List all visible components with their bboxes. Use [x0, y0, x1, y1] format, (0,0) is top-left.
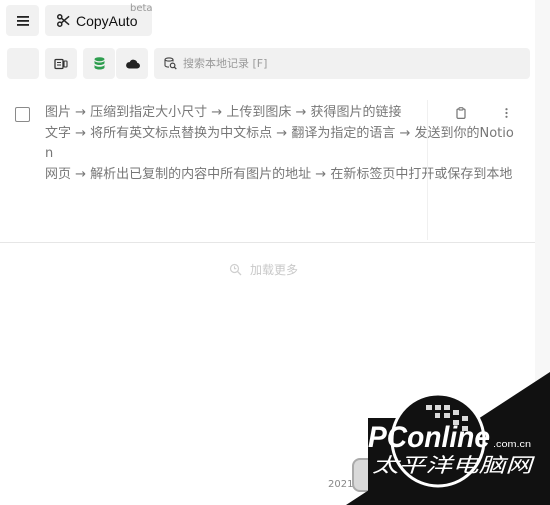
search-input[interactable]	[183, 57, 503, 70]
top-bar: CopyAuto beta	[0, 0, 550, 44]
load-more-label: 加载更多	[250, 263, 299, 277]
cloud-button[interactable]	[116, 48, 148, 79]
loading-icon	[229, 263, 242, 276]
list-divider	[0, 242, 535, 243]
menu-button[interactable]	[6, 5, 39, 36]
blank-toolbar-button[interactable]	[7, 48, 39, 79]
hamburger-menu-icon	[16, 15, 29, 26]
search-database-icon	[164, 57, 177, 70]
load-more-button[interactable]: 加载更多	[229, 261, 298, 278]
database-icon	[94, 57, 104, 70]
record-text: 图片 → 压缩到指定大小尺寸 → 上传到图床 → 获得图片的链接 文字 → 将所…	[45, 105, 514, 182]
search-box[interactable]	[154, 48, 530, 79]
clipboard-device-button[interactable]	[45, 48, 77, 79]
watermark-domain: .com.cn	[493, 439, 531, 449]
list-item[interactable]: 图片 → 压缩到指定大小尺寸 → 上传到图床 → 获得图片的链接 文字 → 将所…	[0, 96, 535, 242]
local-database-button[interactable]	[83, 48, 115, 79]
cloud-icon	[125, 59, 140, 69]
pconline-watermark: PConline .com.cn 太平洋电脑网	[346, 372, 550, 505]
watermark-brand: PConline	[368, 421, 490, 454]
clipboard-device-icon	[54, 58, 68, 69]
scissors-icon	[57, 14, 70, 27]
beta-label: beta	[130, 3, 153, 14]
toolbar	[7, 48, 530, 79]
vertical-dots-icon[interactable]	[505, 108, 508, 118]
column-divider	[427, 100, 428, 240]
record-checkbox[interactable]	[15, 107, 30, 122]
app-title: CopyAuto	[76, 12, 138, 29]
clipboard-copy-icon[interactable]	[456, 107, 466, 119]
watermark-cn: 太平洋电脑网	[372, 453, 536, 477]
